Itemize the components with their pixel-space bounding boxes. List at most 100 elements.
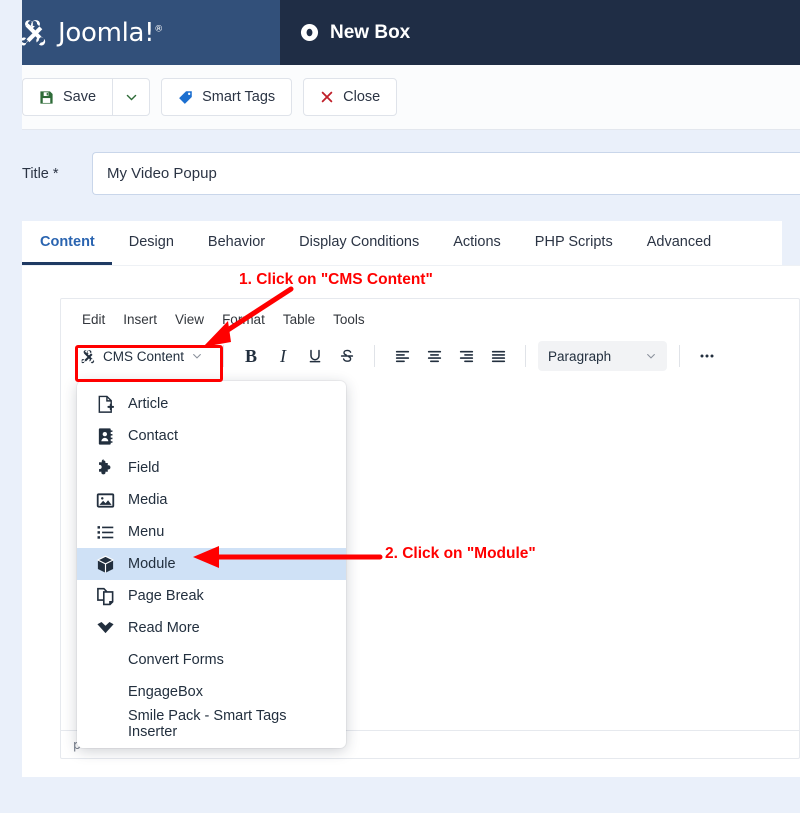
menu-item-field-label: Field: [128, 460, 160, 476]
title-field-label: Title *: [22, 165, 59, 182]
menu-item-engagebox-label: EngageBox: [128, 684, 203, 700]
strikethrough-button[interactable]: [332, 341, 362, 371]
form-area: Title * Content Design Behavior Display …: [0, 130, 800, 265]
align-left-button[interactable]: [387, 341, 417, 371]
tab-bar: Content Design Behavior Display Conditio…: [22, 221, 782, 265]
align-left-icon: [395, 350, 409, 362]
editor-menubar: Edit Insert View Format Table Tools: [61, 299, 799, 337]
tag-icon: [179, 90, 192, 104]
format-select-value: Paragraph: [548, 348, 612, 364]
menu-item-module-label: Module: [128, 556, 176, 572]
strikethrough-icon: [340, 349, 354, 362]
document-title: New Box: [330, 21, 411, 43]
annotation-step-2: 2. Click on "Module": [385, 545, 536, 562]
menu-item-article[interactable]: Article: [77, 388, 346, 420]
align-justify-button[interactable]: [483, 341, 513, 371]
puzzle-field-icon: [99, 458, 111, 474]
tab-content[interactable]: Content: [22, 221, 112, 265]
brand-name: Joomla!®: [58, 18, 163, 48]
close-button[interactable]: Close: [303, 78, 398, 116]
x-icon: [321, 91, 333, 103]
brand-name-text: Joomla!: [58, 17, 155, 48]
align-center-button[interactable]: [419, 341, 449, 371]
title-row: Title *: [0, 152, 800, 195]
tab-design[interactable]: Design: [112, 221, 191, 265]
brand-trademark: ®: [154, 23, 163, 34]
tab-display-conditions-label: Display Conditions: [299, 233, 420, 250]
tab-php-scripts[interactable]: PHP Scripts: [518, 221, 630, 265]
menu-item-media[interactable]: Media: [77, 484, 346, 516]
menu-tools[interactable]: Tools: [324, 309, 374, 330]
annotation-step-1: 1. Click on "CMS Content": [239, 271, 433, 288]
menu-item-smile-pack[interactable]: Smile Pack - Smart Tags Inserter: [77, 708, 346, 740]
smart-tags-button[interactable]: Smart Tags: [161, 78, 293, 116]
tab-actions-label: Actions: [453, 233, 501, 250]
save-dropdown-button[interactable]: [112, 78, 151, 116]
image-media-icon: [96, 492, 115, 508]
menu-item-field[interactable]: Field: [77, 452, 346, 484]
align-justify-icon: [491, 350, 505, 362]
editor-toolbar: CMS Content B I Paragraph: [61, 337, 799, 381]
close-button-label: Close: [343, 89, 381, 105]
annotation-arrow-1: [203, 286, 294, 347]
more-options-button[interactable]: [692, 341, 722, 371]
smart-tags-button-label: Smart Tags: [202, 89, 276, 105]
menu-item-convert-forms[interactable]: Convert Forms: [77, 644, 346, 676]
floppy-disk-icon: [40, 90, 53, 104]
chevron-down-icon: [126, 94, 136, 101]
save-button-label: Save: [63, 89, 97, 105]
menu-insert[interactable]: Insert: [114, 309, 166, 330]
align-center-icon: [427, 350, 441, 362]
menu-item-read-more-label: Read More: [128, 620, 200, 636]
joomla-icon: [81, 349, 95, 363]
annotation-arrow-2: [193, 546, 383, 568]
engagebox-ring-icon: [300, 23, 319, 42]
menu-item-menu[interactable]: Menu: [77, 516, 346, 548]
list-menu-icon: [97, 525, 114, 539]
menu-item-convert-forms-label: Convert Forms: [128, 652, 224, 668]
menu-item-page-break-label: Page Break: [128, 588, 204, 604]
underline-icon: [309, 349, 321, 363]
menu-item-contact-label: Contact: [128, 428, 178, 444]
tab-advanced[interactable]: Advanced: [630, 221, 729, 265]
read-more-icon: [97, 621, 114, 633]
cube-module-icon: [97, 555, 114, 573]
toolbar-separator-3: [525, 345, 527, 367]
tab-behavior-label: Behavior: [207, 233, 266, 250]
tab-behavior[interactable]: Behavior: [191, 221, 282, 265]
format-select[interactable]: Paragraph: [538, 341, 668, 371]
cms-content-button[interactable]: CMS Content: [71, 341, 211, 371]
menu-item-contact[interactable]: Contact: [77, 420, 346, 452]
save-button[interactable]: Save: [22, 78, 113, 116]
menu-item-smile-pack-label: Smile Pack - Smart Tags Inserter: [128, 708, 287, 740]
tab-actions[interactable]: Actions: [436, 221, 518, 265]
ellipsis-icon: [700, 354, 714, 358]
tab-design-label: Design: [128, 233, 174, 250]
align-right-icon: [459, 350, 473, 362]
page-break-icon: [97, 587, 114, 605]
menu-item-article-label: Article: [128, 396, 169, 412]
chevron-down-icon: [647, 353, 655, 359]
save-button-group: Save: [22, 78, 151, 116]
toolbar-separator-2: [374, 345, 376, 367]
menu-item-media-label: Media: [128, 492, 168, 508]
menu-edit[interactable]: Edit: [73, 309, 114, 330]
menu-item-read-more[interactable]: Read More: [77, 612, 346, 644]
brand-area[interactable]: Joomla!®: [0, 0, 280, 65]
tab-advanced-label: Advanced: [646, 233, 712, 250]
tab-display-conditions[interactable]: Display Conditions: [282, 221, 436, 265]
menu-item-menu-label: Menu: [128, 524, 165, 540]
article-icon: [98, 395, 115, 413]
document-titlebar: New Box: [280, 0, 800, 65]
align-right-button[interactable]: [451, 341, 481, 371]
menu-item-page-break[interactable]: Page Break: [77, 580, 346, 612]
menu-item-engagebox[interactable]: EngageBox: [77, 676, 346, 708]
title-input[interactable]: [92, 152, 800, 195]
cms-content-label: CMS Content: [103, 348, 185, 364]
top-bar: Joomla!® New Box: [0, 0, 800, 65]
tab-content-label: Content: [40, 233, 95, 250]
tab-php-scripts-label: PHP Scripts: [534, 233, 613, 250]
left-gutter: [0, 0, 22, 813]
contact-icon: [98, 427, 113, 445]
action-toolbar: Save Smart Tags Close: [0, 65, 800, 130]
